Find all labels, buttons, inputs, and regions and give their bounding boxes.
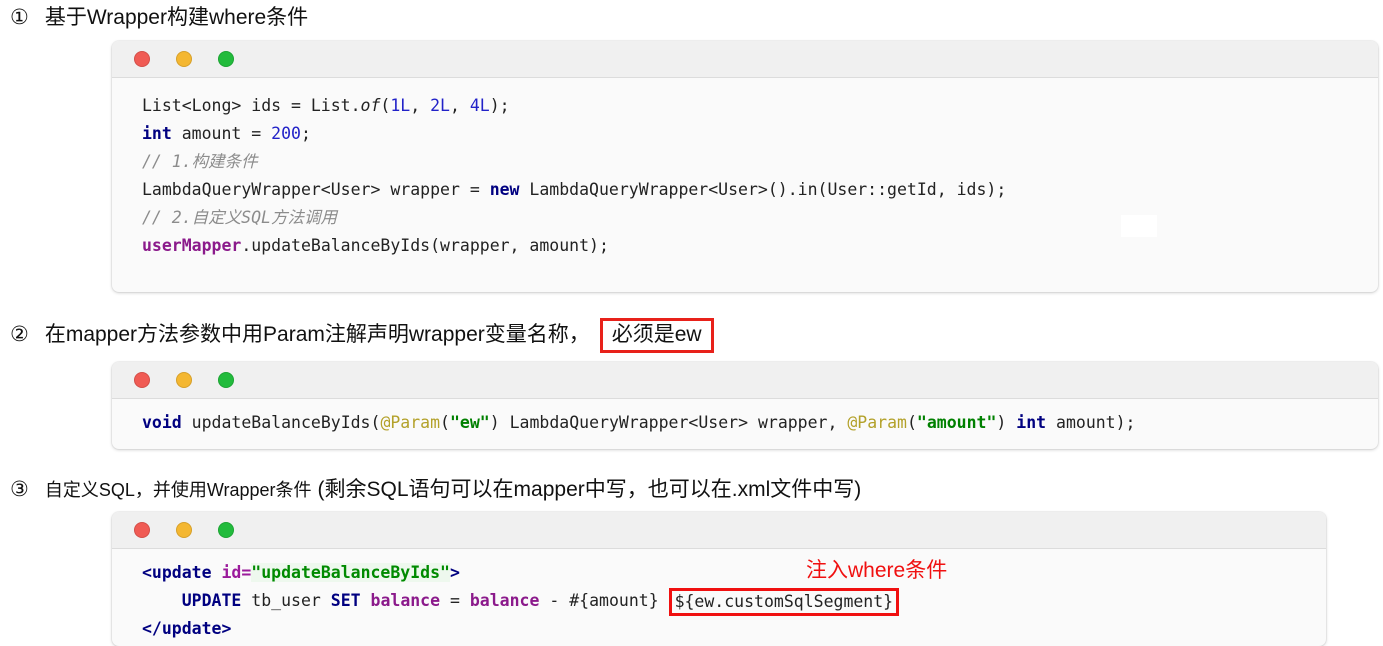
section-title-1: 基于Wrapper构建where条件 <box>44 6 309 29</box>
code-window-2: void updateBalanceByIds(@Param("ew") Lam… <box>112 362 1378 449</box>
code-token: int <box>142 124 172 143</box>
code-token: > <box>449 563 460 582</box>
code-window-3-titlebar <box>112 512 1326 549</box>
code-token: balance <box>370 591 441 610</box>
section-heading-3: ③ 自定义SQL，并使用Wrapper条件 (剩余SQL语句可以在mapper中… <box>10 478 861 501</box>
maximize-icon[interactable] <box>218 51 234 67</box>
code-token: "updateBalanceByIds" <box>251 563 450 582</box>
code-token: List<Long> ids = List. <box>142 96 361 115</box>
code-line: // 1.构建条件 <box>142 148 1378 176</box>
maximize-icon[interactable] <box>218 522 234 538</box>
minimize-icon[interactable] <box>176 372 192 388</box>
code-token: id= <box>221 563 252 582</box>
code-token: "ew" <box>449 413 490 432</box>
code-window-3: <update id="updateBalanceByIds"> UPDATE … <box>112 512 1326 646</box>
code-token: ; <box>300 124 311 143</box>
code-window-1-titlebar <box>112 41 1378 78</box>
code-token: LambdaQueryWrapper<User> wrapper = <box>142 180 490 199</box>
code-token: , <box>410 96 431 115</box>
code-line: // 2.自定义SQL方法调用 <box>142 204 1378 232</box>
minimize-icon[interactable] <box>176 51 192 67</box>
code-token: ) LambdaQueryWrapper<User> wrapper, <box>489 413 848 432</box>
code-line: <update id="updateBalanceByIds"> <box>142 559 1326 587</box>
code-token: SET <box>330 591 361 610</box>
section-note-3: (剩余SQL语句可以在mapper中写，也可以在.xml文件中写) <box>317 478 862 501</box>
code-token: userMapper <box>142 236 242 255</box>
code-line: userMapper.updateBalanceByIds(wrapper, a… <box>142 232 1378 260</box>
section-heading-1: ① 基于Wrapper构建where条件 <box>10 6 308 29</box>
code-token: 4L <box>469 96 490 115</box>
code-token: // 2.自定义SQL方法调用 <box>142 208 337 227</box>
code-token: @Param <box>380 413 441 432</box>
code-content-3[interactable]: <update id="updateBalanceByIds"> UPDATE … <box>112 549 1326 646</box>
section-number-1: ① <box>10 6 29 29</box>
code-line: </update> <box>142 615 1326 643</box>
code-token: LambdaQueryWrapper<User>().in(User::getI… <box>519 180 1007 199</box>
annotation-inject-where-condition: 注入where条件 <box>806 559 948 582</box>
code-token: 200 <box>271 124 301 143</box>
minimize-icon[interactable] <box>176 522 192 538</box>
code-token: ) <box>996 413 1017 432</box>
code-token: 1L <box>390 96 411 115</box>
code-line: List<Long> ids = List.of(1L, 2L, 4L); <box>142 92 1378 120</box>
code-token: "amount" <box>916 413 997 432</box>
section-heading-2: ② 在mapper方法参数中用Param注解声明wrapper变量名称， 必须是… <box>10 318 714 354</box>
white-artifact-rect <box>1121 215 1157 237</box>
code-token: .updateBalanceByIds(wrapper, amount); <box>241 236 609 255</box>
code-token: UPDATE <box>181 591 242 610</box>
code-token: = <box>440 591 470 610</box>
code-token: int <box>1016 413 1047 432</box>
code-token: ); <box>489 96 510 115</box>
code-token: , <box>449 96 470 115</box>
code-token: // 1.构建条件 <box>142 152 258 171</box>
code-line: UPDATE tb_user SET balance = balance - #… <box>142 587 1326 616</box>
close-icon[interactable] <box>134 522 150 538</box>
code-token: ( <box>440 413 450 432</box>
code-line: void updateBalanceByIds(@Param("ew") Lam… <box>142 409 1378 437</box>
code-token: amount); <box>1046 413 1136 432</box>
code-token: updateBalanceByIds( <box>181 413 381 432</box>
code-content-2[interactable]: void updateBalanceByIds(@Param("ew") Lam… <box>112 399 1378 447</box>
code-content-1[interactable]: List<Long> ids = List.of(1L, 2L, 4L); int… <box>112 78 1378 274</box>
maximize-icon[interactable] <box>218 372 234 388</box>
section-title-3: 自定义SQL，并使用Wrapper条件 <box>44 480 312 500</box>
section-number-3: ③ <box>10 478 29 501</box>
section-title-2: 在mapper方法参数中用Param注解声明wrapper变量名称， <box>44 323 590 346</box>
emphasis-box-must-be-ew: 必须是ew <box>599 318 714 354</box>
code-token: - #{amount} <box>539 591 669 610</box>
code-token: ( <box>380 96 391 115</box>
code-line: int amount = 200; <box>142 120 1378 148</box>
code-window-2-titlebar <box>112 362 1378 399</box>
code-token: new <box>489 180 520 199</box>
code-token: void <box>142 413 182 432</box>
code-token: ( <box>906 413 917 432</box>
code-token: 2L <box>430 96 450 115</box>
section-number-2: ② <box>10 323 29 346</box>
code-token: tb_user <box>241 591 331 610</box>
code-token: amount = <box>171 124 272 143</box>
code-token: of <box>360 96 381 115</box>
code-window-1: List<Long> ids = List.of(1L, 2L, 4L); int… <box>112 41 1378 292</box>
code-line: LambdaQueryWrapper<User> wrapper = new L… <box>142 176 1378 204</box>
code-token: @Param <box>847 413 907 432</box>
code-token: balance <box>469 591 540 610</box>
code-token: <update <box>142 563 222 582</box>
close-icon[interactable] <box>134 51 150 67</box>
code-token: </update> <box>142 619 232 638</box>
highlighted-sql-segment: ${ew.customSqlSegment} <box>668 588 900 616</box>
close-icon[interactable] <box>134 372 150 388</box>
